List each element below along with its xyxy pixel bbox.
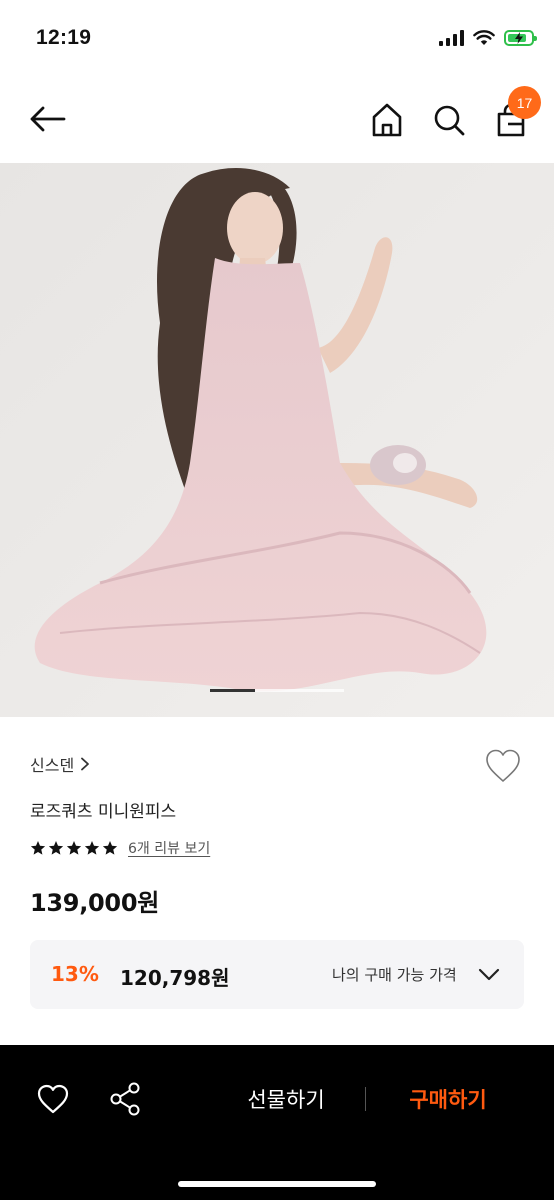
- search-button[interactable]: [430, 100, 468, 140]
- home-icon: [372, 103, 402, 137]
- back-button[interactable]: [28, 100, 68, 140]
- top-nav: 17: [0, 80, 554, 164]
- wishlist-button[interactable]: [36, 1083, 70, 1115]
- star-icon: [102, 841, 118, 855]
- status-time: 12:19: [36, 26, 92, 49]
- product-photo: [0, 163, 554, 717]
- product-image[interactable]: [0, 163, 554, 717]
- my-price-label: 나의 구매 가능 가격: [332, 966, 457, 984]
- status-icons: [439, 30, 537, 46]
- carousel-active-segment: [210, 689, 255, 692]
- signal-icon: [439, 30, 464, 46]
- status-bar: 12:19: [0, 0, 554, 80]
- like-button[interactable]: [484, 748, 522, 784]
- share-icon: [110, 1082, 140, 1116]
- share-button[interactable]: [108, 1081, 142, 1117]
- brand-link[interactable]: 신스덴: [30, 752, 90, 776]
- battery-icon: [504, 30, 537, 46]
- rating-row: 6개 리뷰 보기: [30, 838, 210, 858]
- buy-button[interactable]: 구매하기: [392, 1081, 504, 1117]
- bottom-action-bar: 선물하기 구매하기: [0, 1045, 554, 1200]
- heart-icon: [486, 749, 520, 782]
- chevron-down-icon: [478, 968, 500, 981]
- star-icon: [84, 841, 100, 855]
- gift-button[interactable]: 선물하기: [232, 1081, 340, 1117]
- discount-rate: 13%: [51, 962, 99, 986]
- star-icon: [30, 841, 46, 855]
- review-link[interactable]: 6개 리뷰 보기: [128, 838, 210, 858]
- back-arrow-icon: [30, 106, 66, 132]
- product-price: 139,000원: [30, 889, 159, 917]
- search-icon: [434, 105, 465, 136]
- my-price-dropdown[interactable]: 13% 120,798원 나의 구매 가능 가격: [30, 940, 524, 1009]
- bottom-bar-divider: [365, 1087, 366, 1111]
- star-icon: [66, 841, 82, 855]
- discount-price: 120,798원: [120, 966, 230, 990]
- star-icon: [48, 841, 64, 855]
- chevron-right-icon: [81, 757, 90, 771]
- home-indicator: [178, 1181, 376, 1187]
- image-carousel-indicator: [210, 689, 344, 692]
- home-button[interactable]: [368, 100, 406, 140]
- product-name: 로즈쿼츠 미니원피스: [30, 802, 177, 822]
- cart-count-badge: 17: [508, 86, 541, 119]
- heart-icon: [37, 1084, 69, 1114]
- wifi-icon: [473, 30, 495, 45]
- brand-name: 신스덴: [30, 756, 75, 775]
